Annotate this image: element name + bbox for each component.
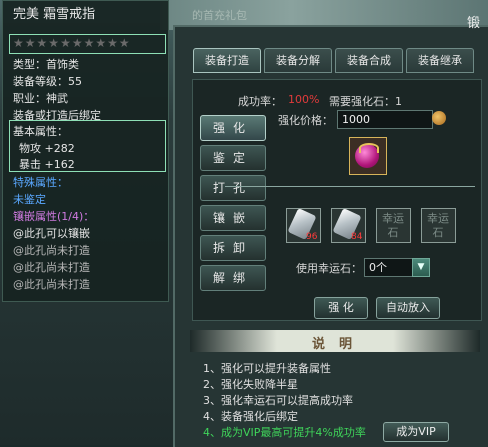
base-attr: 暴击 +162 — [19, 158, 75, 171]
chevron-down-icon[interactable]: ▼ — [412, 258, 430, 277]
identify-side-button[interactable]: 鉴定 — [200, 145, 266, 171]
description-title: 说明 — [312, 337, 367, 352]
vip-rule-line: 4、成为VIP最高可提升4%成功率 — [203, 426, 366, 439]
price-field: 1000 — [337, 110, 433, 129]
star-rating: ★★★★★★★★★★ — [13, 36, 131, 50]
success-rate-value: 100% — [288, 93, 320, 106]
inlay-slot: @此孔尚未打造 — [13, 278, 90, 291]
item-level: 装备等级：55 — [13, 75, 82, 88]
stone-count: 84 — [351, 232, 363, 242]
punch-side-button[interactable]: 打孔 — [200, 175, 266, 201]
luck-slot-label: 幸运石 — [427, 212, 449, 239]
tab-decompose[interactable]: 装备分解 — [264, 48, 332, 73]
price-label: 强化价格： — [278, 114, 333, 127]
stone-need-label: 需要强化石：1 — [329, 95, 402, 108]
auto-put-button[interactable]: 自动放入 — [376, 297, 440, 319]
inlay-side-button[interactable]: 镶嵌 — [200, 205, 266, 231]
item-profession: 职业：神武 — [13, 92, 68, 105]
enhance-side-button[interactable]: 强化 — [200, 115, 266, 141]
tab-inherit[interactable]: 装备继承 — [406, 48, 474, 73]
unbind-side-button[interactable]: 解绑 — [200, 265, 266, 291]
inlay-slot: @此孔尚未打造 — [13, 244, 90, 257]
luck-use-label: 使用幸运石： — [296, 262, 362, 275]
rule-line: 4、装备强化后绑定 — [203, 410, 298, 423]
special-attr-value: 未鉴定 — [13, 193, 46, 206]
item-name: 完美 霜雪戒指 — [13, 7, 96, 22]
background-banner-text: 的首充礼包 — [192, 9, 247, 22]
luck-stone-select[interactable]: 0个 — [364, 258, 418, 277]
inlay-slot: @此孔尚未打造 — [13, 261, 90, 274]
star-icon: ★ — [24, 36, 36, 50]
star-icon: ★ — [83, 36, 95, 50]
become-vip-button[interactable]: 成为VIP — [383, 422, 449, 442]
coin-icon — [432, 111, 446, 125]
enhance-button[interactable]: 强 化 — [314, 297, 368, 319]
ring-band-icon — [359, 143, 379, 153]
success-rate-label: 成功率： — [238, 95, 282, 108]
star-icon: ★ — [118, 36, 130, 50]
base-attr: 物攻 +282 — [19, 142, 75, 155]
inlay-title: 镶嵌属性(1/4)： — [13, 210, 95, 223]
tab-combine[interactable]: 装备合成 — [335, 48, 403, 73]
rule-line: 2、强化失败降半星 — [203, 378, 298, 391]
star-icon: ★ — [95, 36, 107, 50]
star-icon: ★ — [36, 36, 48, 50]
item-type: 类型：首饰类 — [13, 58, 79, 71]
star-icon: ★ — [71, 36, 83, 50]
inlay-slot: @此孔可以镶嵌 — [13, 227, 90, 240]
special-attr-title: 特殊属性： — [13, 176, 68, 189]
stone-count: 96 — [306, 232, 318, 242]
star-icon: ★ — [60, 36, 71, 50]
star-icon: ★ — [107, 36, 118, 50]
divider — [225, 186, 475, 187]
star-icon: ★ — [48, 36, 60, 50]
rule-line: 1、强化可以提升装备属性 — [203, 362, 331, 375]
luck-slot-label: 幸运石 — [382, 212, 404, 239]
base-attr-title: 基本属性： — [13, 125, 68, 138]
item-tooltip: 完美 霜雪戒指 ★★★★★★★★★★ 类型：首饰类 装备等级：55 职业：神武 … — [2, 0, 169, 302]
rule-line: 3、强化幸运石可以提高成功率 — [203, 394, 353, 407]
tab-forge[interactable]: 装备打造 — [193, 48, 261, 73]
remove-side-button[interactable]: 拆卸 — [200, 235, 266, 261]
panel-title: 锻 — [467, 16, 481, 31]
star-icon: ★ — [13, 36, 24, 50]
